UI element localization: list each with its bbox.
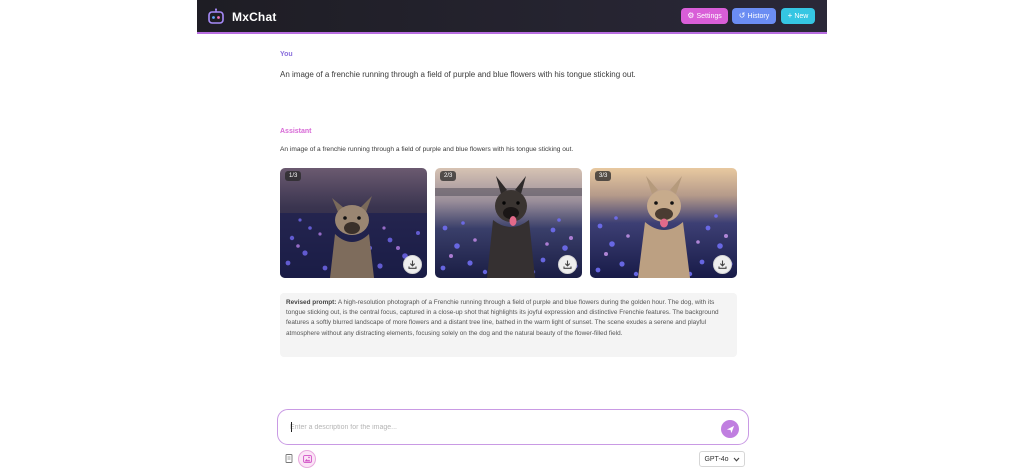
new-label: New [794,12,809,20]
prompt-input[interactable] [290,419,710,435]
model-label: GPT-4o [704,455,729,463]
text-caret [291,422,292,432]
attach-document-button[interactable] [283,453,294,464]
generated-image-3[interactable]: 3/3 [590,168,737,278]
app-header: MxChat ⚙ Settings ↺ History + New [197,0,827,34]
history-label: History [747,12,770,20]
send-button[interactable] [721,420,739,438]
image-counter: 2/3 [440,171,457,181]
revised-prompt-text: A high-resolution photograph of a French… [286,299,719,337]
user-role-label: You [280,51,293,58]
document-icon [285,454,292,463]
chevron-down-icon [733,457,739,462]
model-selector[interactable]: GPT-4o [699,451,745,467]
generated-image-2[interactable]: 2/3 [435,168,582,278]
image-icon [302,455,312,463]
gear-icon: ⚙ [687,11,695,20]
download-button[interactable] [713,255,732,274]
composer [277,409,749,445]
history-button[interactable]: ↺ History [732,8,776,24]
download-icon [408,260,417,269]
assistant-role-label: Assistant [280,128,312,135]
revised-prompt-box: Revised prompt: A high-resolution photog… [280,293,737,357]
chat-logo-icon [208,8,224,24]
assistant-message: An image of a frenchie running through a… [280,146,574,153]
new-chat-button[interactable]: + New [781,8,815,24]
download-button[interactable] [558,255,577,274]
generated-image-1[interactable]: 1/3 [280,168,427,278]
user-message: An image of a frenchie running through a… [280,70,636,79]
download-icon [563,260,572,269]
image-counter: 3/3 [595,171,612,181]
settings-label: Settings [696,12,722,20]
history-icon: ↺ [738,11,746,20]
image-mode-button[interactable] [298,450,316,468]
download-button[interactable] [403,255,422,274]
settings-button[interactable]: ⚙ Settings [681,8,728,24]
send-icon [726,425,734,433]
download-icon [718,260,727,269]
revised-prompt-label: Revised prompt: [286,299,337,306]
brand-name: MxChat [232,10,277,24]
plus-icon: + [787,11,793,20]
app-window: MxChat ⚙ Settings ↺ History + New You An… [197,0,827,473]
image-counter: 1/3 [285,171,302,181]
